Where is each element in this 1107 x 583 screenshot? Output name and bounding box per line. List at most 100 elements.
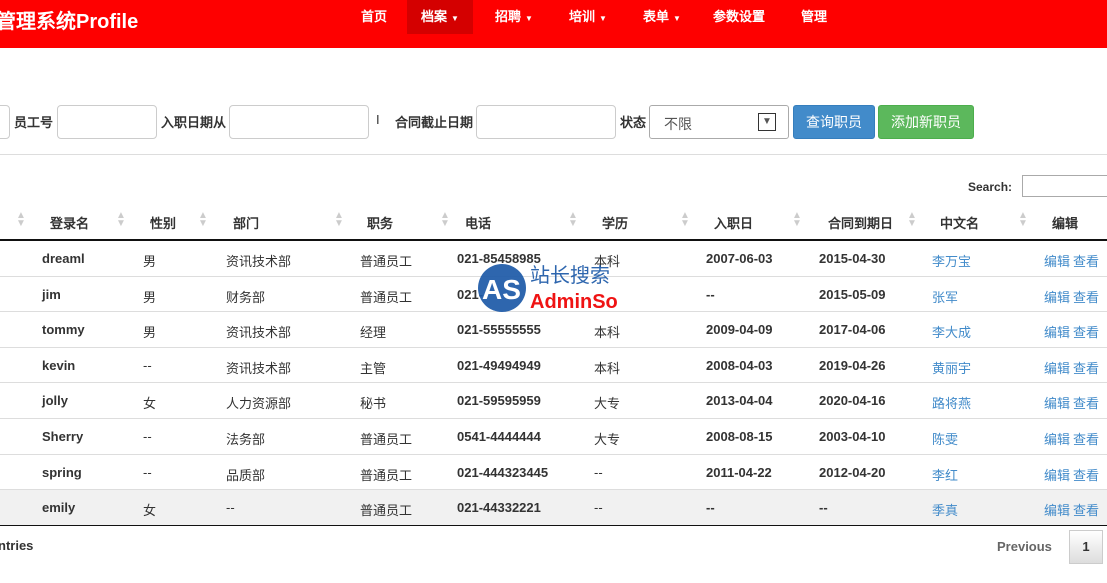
nav-label: 首页	[361, 9, 388, 24]
cell: 人力资源部	[226, 396, 292, 412]
table-bottom-border	[0, 525, 1107, 526]
status-select[interactable]: 不限 ▼	[649, 105, 789, 139]
divider	[0, 154, 1107, 155]
column-header[interactable]: 学历	[602, 213, 628, 232]
cell: 女	[143, 396, 157, 412]
cell[interactable]: 陈雯	[932, 429, 958, 448]
contract-end-input[interactable]	[476, 105, 616, 139]
column-header[interactable]: 部门	[233, 213, 259, 232]
nav-item-2[interactable]: 招聘 ▼	[481, 0, 547, 34]
column-header[interactable]: 编辑	[1052, 213, 1078, 232]
query-button[interactable]: 查询职员	[793, 105, 875, 139]
adminso-watermark-logo: AS 站长搜索 AdminSo	[478, 263, 618, 313]
column-header[interactable]: 电话	[465, 213, 491, 232]
hire-from-label: 入职日期从	[161, 115, 227, 130]
sort-icon[interactable]: ▲ ▼	[568, 211, 578, 229]
column-header[interactable]: 中文名	[940, 213, 979, 232]
cell: 男	[143, 325, 157, 341]
edit-link[interactable]: 编辑	[1044, 429, 1070, 448]
view-link[interactable]: 查看	[1073, 500, 1099, 519]
cell[interactable]: 黄丽宇	[932, 358, 971, 377]
view-link[interactable]: 查看	[1073, 358, 1099, 377]
cell: 2015-05-09	[819, 286, 886, 302]
hire-from-input[interactable]	[229, 105, 369, 139]
sort-icon[interactable]: ▲ ▼	[334, 211, 344, 229]
cell: 经理	[360, 325, 387, 341]
sort-icon[interactable]: ▲ ▼	[907, 211, 917, 229]
edit-link[interactable]: 编辑	[1044, 465, 1070, 484]
cell: 2020-04-16	[819, 393, 886, 409]
column-header[interactable]: 登录名	[50, 213, 89, 232]
search-input[interactable]	[1022, 175, 1107, 197]
nav-item-4[interactable]: 表单 ▼	[629, 0, 695, 34]
app-title: 管理系统Profile	[0, 11, 139, 33]
cell: 本科	[594, 360, 621, 376]
page-1-button[interactable]: 1	[1069, 530, 1103, 564]
nav-item-0[interactable]: 首页	[347, 0, 401, 34]
view-link[interactable]: 查看	[1073, 465, 1099, 484]
cell[interactable]: 张军	[932, 287, 958, 306]
cell[interactable]: 路将燕	[932, 393, 971, 412]
edit-link[interactable]: 编辑	[1044, 358, 1070, 377]
nav-item-3[interactable]: 培训 ▼	[555, 0, 621, 34]
search-label: Search:	[968, 180, 1013, 194]
nav-item-5[interactable]: 参数设置	[699, 0, 779, 34]
cell: 021-55555555	[457, 322, 541, 338]
employee-no-input[interactable]	[57, 105, 157, 139]
cell: dreaml	[42, 251, 85, 266]
edit-link[interactable]: 编辑	[1044, 322, 1070, 341]
cell: --	[594, 464, 603, 480]
cell[interactable]: 季真	[932, 500, 958, 519]
column-header[interactable]: 性别	[150, 213, 176, 232]
nav-item-6[interactable]: 管理	[787, 0, 841, 34]
column-header[interactable]: 入职日	[714, 213, 753, 232]
cell: 2007-06-03	[706, 251, 773, 266]
view-link[interactable]: 查看	[1073, 429, 1099, 448]
cell: 大专	[594, 396, 621, 412]
cell: 品质部	[226, 467, 266, 483]
cell: 普通员工	[360, 289, 413, 305]
sort-icon[interactable]: ▲ ▼	[116, 211, 126, 229]
column-header[interactable]: 职务	[367, 213, 393, 232]
cell: 2019-04-26	[819, 357, 886, 373]
cell: 021-44332221	[457, 500, 541, 516]
cell: 普通员工	[360, 503, 413, 519]
sort-icon[interactable]: ▲ ▼	[440, 211, 450, 229]
cell[interactable]: 李红	[932, 465, 958, 484]
range-separator: I	[376, 112, 380, 127]
edit-link[interactable]: 编辑	[1044, 251, 1070, 270]
cell: --	[594, 500, 603, 516]
edit-link[interactable]: 编辑	[1044, 500, 1070, 519]
cell: --	[819, 500, 828, 516]
sort-icon[interactable]: ▲ ▼	[1018, 211, 1028, 229]
nav-label: 培训	[569, 9, 596, 24]
name-input[interactable]	[0, 105, 10, 139]
cell: 资讯技术部	[226, 254, 292, 269]
cell: 资讯技术部	[226, 325, 292, 341]
sort-icon[interactable]: ▲ ▼	[680, 211, 690, 229]
view-link[interactable]: 查看	[1073, 322, 1099, 341]
nav-label: 表单	[643, 9, 670, 24]
previous-button[interactable]: Previous	[997, 539, 1052, 554]
nav-item-1[interactable]: 档案 ▼	[407, 0, 473, 34]
cell[interactable]: 李大成	[932, 322, 971, 341]
cell: --	[143, 464, 152, 480]
view-link[interactable]: 查看	[1073, 251, 1099, 270]
edit-link[interactable]: 编辑	[1044, 287, 1070, 306]
table-row: tommy 男 资讯技术部 经理 021-55555555 本科 2009-04-09 201…	[0, 312, 1107, 348]
edit-link[interactable]: 编辑	[1044, 393, 1070, 412]
table-row: spring -- 品质部 普通员工 021-444323445 -- 2011-04-22…	[0, 455, 1107, 491]
cell: 女	[143, 503, 157, 519]
view-link[interactable]: 查看	[1073, 393, 1099, 412]
add-employee-button[interactable]: 添加新职员	[878, 105, 974, 139]
cell: jolly	[42, 393, 69, 409]
sort-icon[interactable]: ▲ ▼	[198, 211, 208, 229]
cell[interactable]: 李万宝	[932, 251, 971, 270]
view-link[interactable]: 查看	[1073, 287, 1099, 306]
column-header[interactable]: 合同到期日	[828, 213, 893, 232]
sort-icon[interactable]: ▲ ▼	[16, 211, 26, 229]
cell: 法务部	[226, 432, 266, 447]
sort-icon[interactable]: ▲ ▼	[792, 211, 802, 229]
cell: 资讯技术部	[226, 360, 292, 376]
nav-label: 参数设置	[713, 9, 766, 24]
